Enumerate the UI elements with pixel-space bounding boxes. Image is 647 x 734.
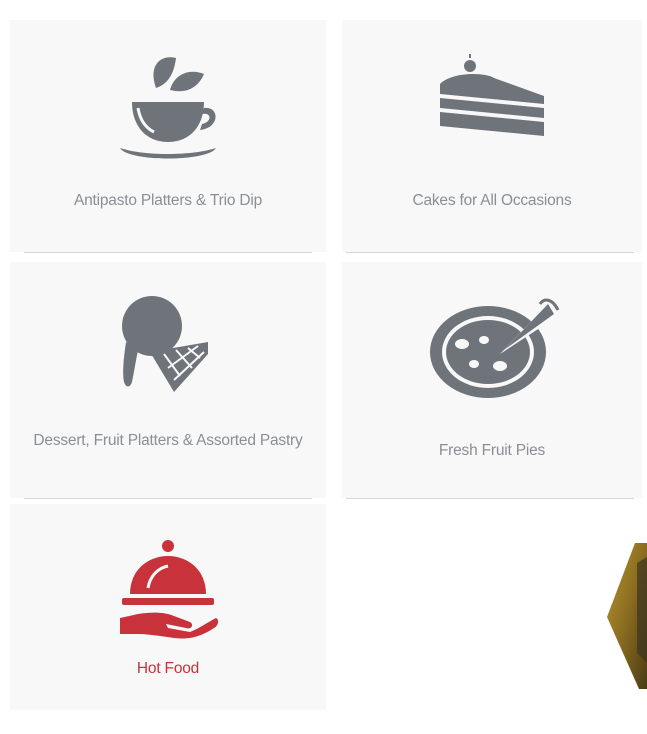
card-divider bbox=[346, 252, 634, 253]
category-card-cakes[interactable]: Cakes for All Occasions bbox=[342, 20, 642, 252]
category-label: Antipasto Platters & Trio Dip bbox=[73, 192, 263, 209]
category-card-antipasto[interactable]: Antipasto Platters & Trio Dip bbox=[10, 20, 326, 252]
catering-menu-page: Antipasto Platters & Trio Dip Cakes for … bbox=[0, 0, 647, 734]
serving-cloche-icon bbox=[10, 530, 326, 640]
promo-image[interactable] bbox=[607, 543, 647, 689]
ice-cream-cone-icon bbox=[10, 284, 326, 414]
category-card-hot-food[interactable]: Hot Food bbox=[10, 504, 326, 710]
card-divider bbox=[24, 498, 312, 499]
tea-cup-icon bbox=[10, 44, 326, 164]
pie-icon bbox=[342, 292, 642, 402]
category-card-fruit-pies[interactable]: Fresh Fruit Pies bbox=[342, 262, 642, 498]
card-divider bbox=[346, 498, 634, 499]
category-label: Cakes for All Occasions bbox=[412, 192, 572, 209]
category-card-dessert[interactable]: Dessert, Fruit Platters & Assorted Pastr… bbox=[10, 262, 326, 498]
cake-slice-icon bbox=[342, 54, 642, 154]
category-label: Fresh Fruit Pies bbox=[438, 442, 546, 459]
card-divider bbox=[24, 252, 312, 253]
category-label: Dessert, Fruit Platters & Assorted Pastr… bbox=[33, 432, 303, 449]
category-label: Hot Food bbox=[136, 660, 200, 677]
